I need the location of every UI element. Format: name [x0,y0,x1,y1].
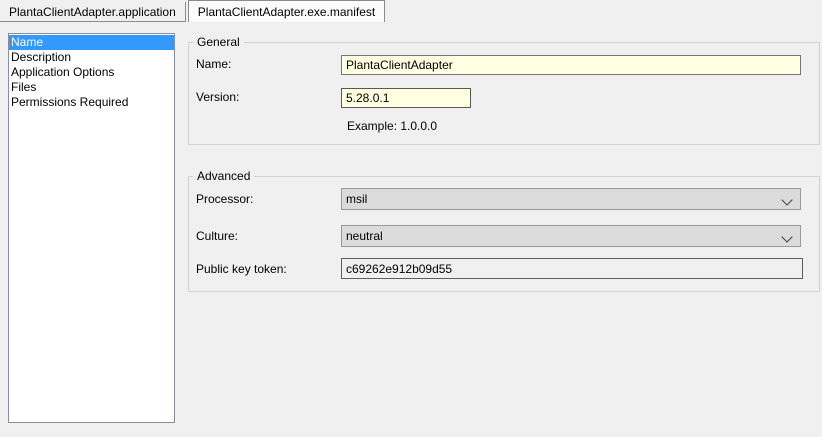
list-item-permissions-required[interactable]: Permissions Required [9,95,174,110]
list-item-application-options[interactable]: Application Options [9,65,174,80]
tab-exe-manifest-label: PlantaClientAdapter.exe.manifest [198,5,375,19]
document-tabstrip: PlantaClientAdapter.application PlantaCl… [0,0,385,22]
tab-application[interactable]: PlantaClientAdapter.application [0,2,186,22]
list-item-files[interactable]: Files [9,80,174,95]
manifest-editor-window: PlantaClientAdapter.application PlantaCl… [0,0,822,437]
name-input[interactable] [341,55,801,75]
advanced-group-title: Advanced [193,169,254,183]
version-label: Version: [196,90,239,104]
chevron-down-icon [781,231,792,242]
public-key-token-label: Public key token: [196,262,287,276]
tab-application-label: PlantaClientAdapter.application [9,5,176,19]
processor-combobox-value: msil [346,192,367,206]
culture-label: Culture: [196,229,238,243]
culture-combobox[interactable]: neutral [341,225,801,247]
version-input[interactable] [341,88,471,108]
manifest-section-list[interactable]: Name Description Application Options Fil… [8,33,175,423]
culture-combobox-value: neutral [346,229,383,243]
processor-label: Processor: [196,192,253,206]
processor-combobox[interactable]: msil [341,188,801,210]
chevron-down-icon [781,194,792,205]
version-example-text: Example: 1.0.0.0 [347,119,437,133]
name-label: Name: [196,57,231,71]
list-item-name[interactable]: Name [9,35,174,50]
general-group-title: General [193,35,244,49]
tab-exe-manifest[interactable]: PlantaClientAdapter.exe.manifest [188,0,385,22]
public-key-token-input[interactable] [341,258,803,279]
list-item-description[interactable]: Description [9,50,174,65]
